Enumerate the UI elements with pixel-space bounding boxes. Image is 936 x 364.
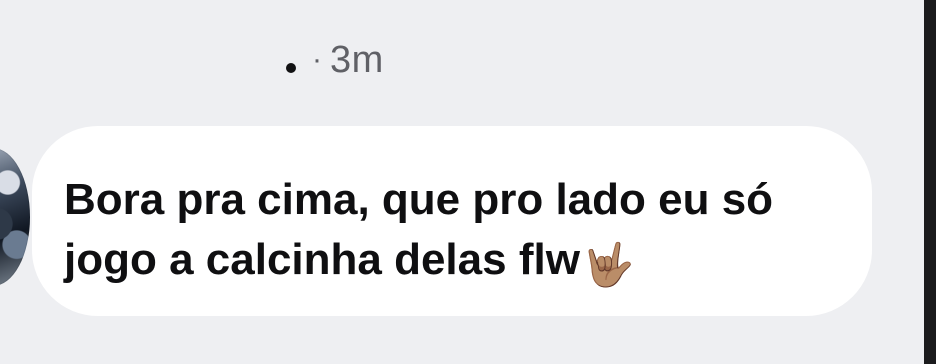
message-bubble[interactable]: Bora pra cima, que pro lado eu só jogo a…: [32, 126, 872, 316]
chat-thread: · 3m Bora pra cima, que pro lado eu só j…: [0, 0, 924, 364]
message-meta: · 3m: [286, 38, 384, 82]
window-edge: [924, 0, 936, 364]
meta-separator: ·: [312, 43, 322, 76]
avatar[interactable]: [0, 148, 30, 286]
message-text-line-1: Bora pra cima, que pro lado eu só: [64, 175, 774, 224]
message-line-2: jogo a calcinha delas flw🤟🏽: [64, 230, 832, 290]
love-you-gesture-icon: 🤟🏽: [581, 241, 635, 288]
message-text-line-2: jogo a calcinha delas flw: [64, 235, 580, 284]
status-dot-icon: [286, 63, 296, 73]
message-line-1: Bora pra cima, que pro lado eu só: [64, 170, 832, 230]
message-time: 3m: [330, 39, 384, 81]
